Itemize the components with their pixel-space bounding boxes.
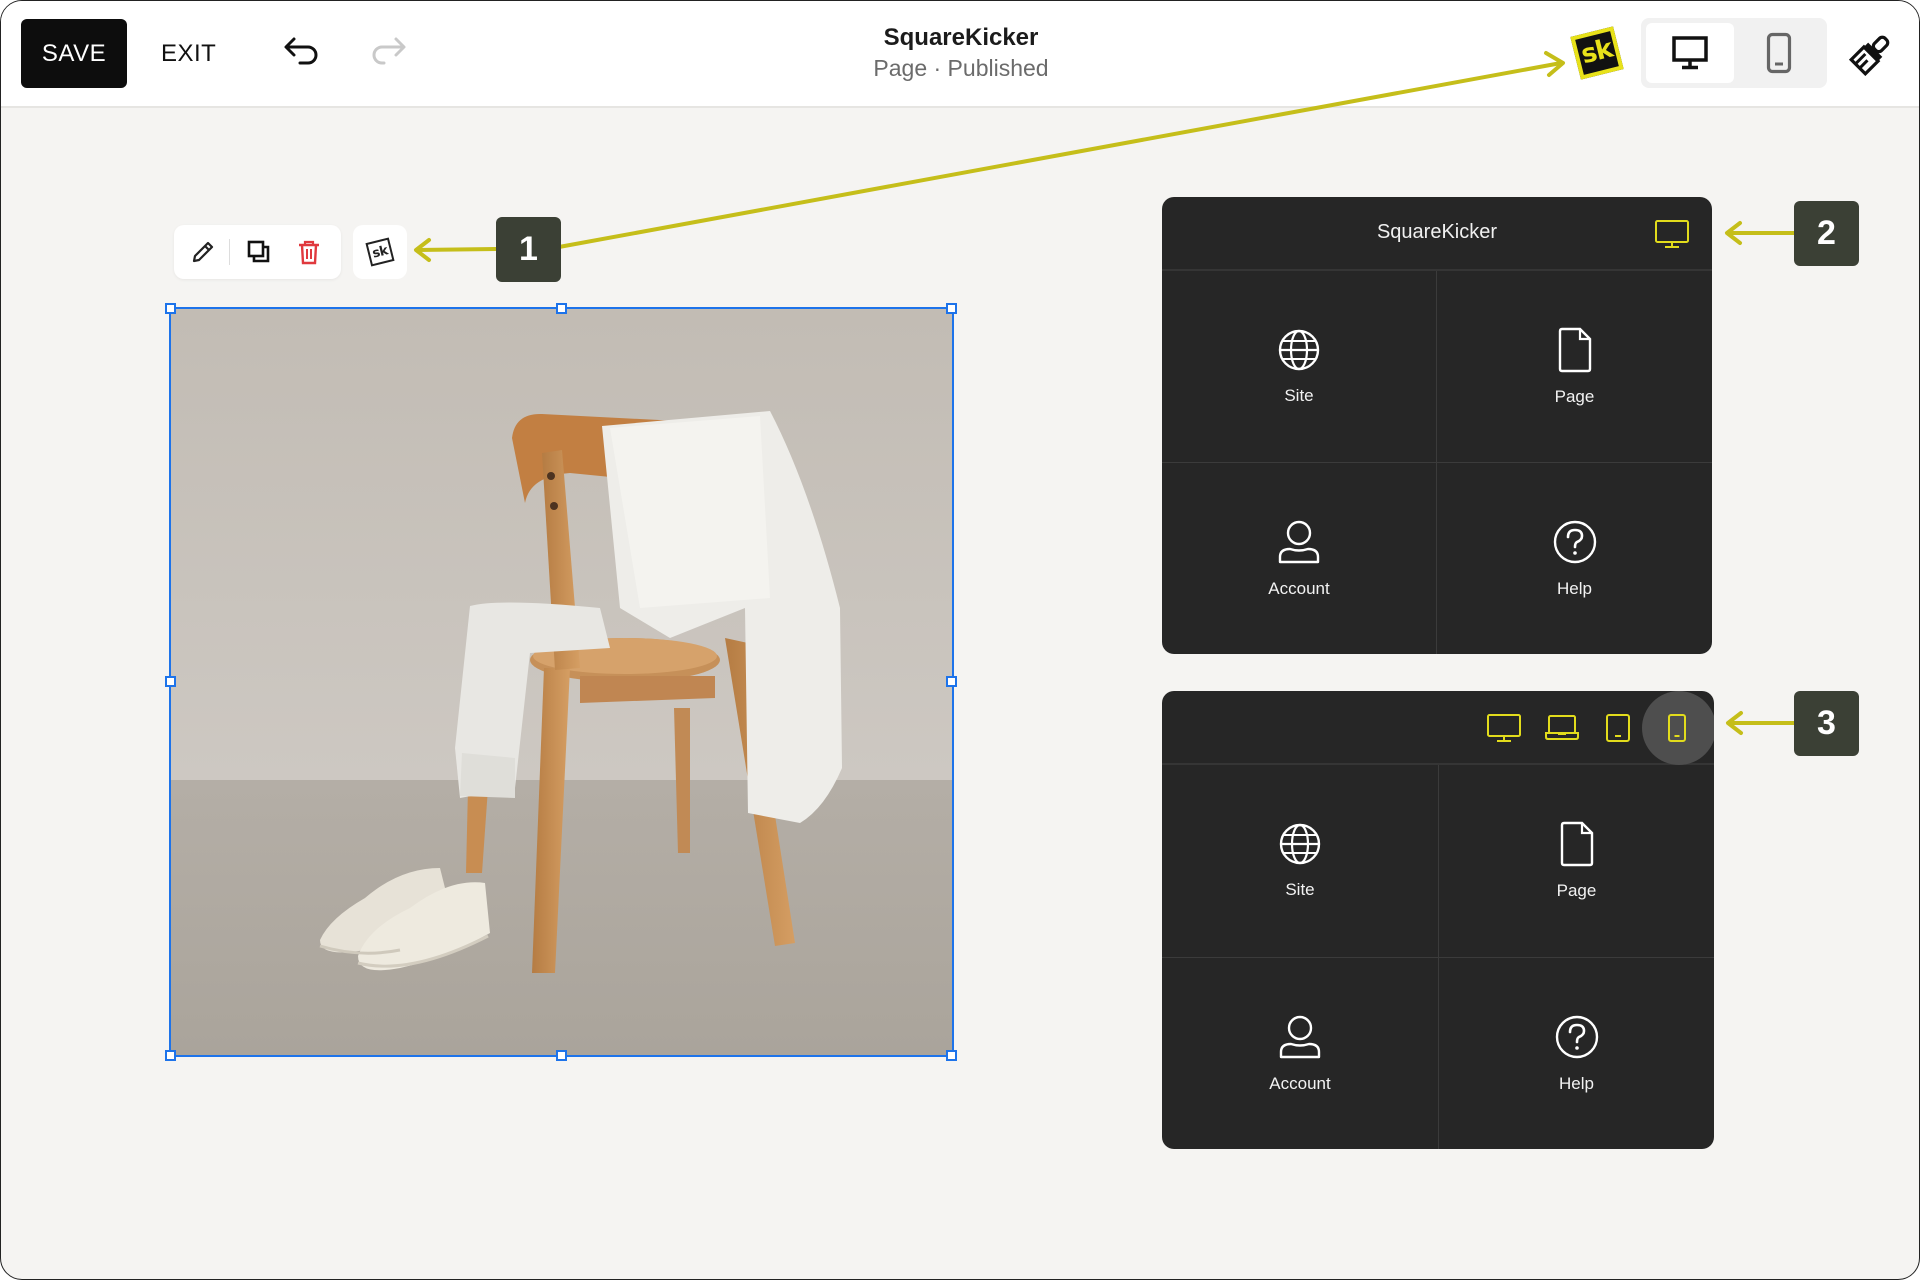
pencil-icon	[192, 241, 214, 263]
undo-button[interactable]	[279, 31, 325, 75]
menu-item-account[interactable]: Account	[1162, 463, 1436, 654]
page-icon	[1560, 821, 1593, 867]
device-mobile-button[interactable]	[1662, 709, 1692, 747]
user-icon	[1278, 520, 1320, 563]
redo-icon	[372, 37, 406, 65]
desktop-icon	[1487, 714, 1521, 742]
sk-block-icon: sk	[365, 237, 395, 267]
globe-icon	[1278, 329, 1320, 370]
globe-icon	[1279, 823, 1321, 865]
menu-item-help[interactable]: Help	[1439, 958, 1714, 1149]
menu-item-site[interactable]: Site	[1162, 271, 1436, 462]
resize-handle-bottom-left[interactable]	[165, 1050, 176, 1061]
device-laptop-button[interactable]	[1542, 711, 1582, 745]
menu-item-help[interactable]: Help	[1437, 463, 1712, 654]
menu-item-label: Site	[1285, 880, 1315, 899]
menu-item-page[interactable]: Page	[1437, 271, 1712, 462]
duplicate-icon	[247, 240, 270, 263]
menu-item-label: Page	[1556, 881, 1597, 900]
image-block[interactable]	[170, 308, 952, 1056]
undo-icon	[284, 37, 318, 65]
annotation-badge-3: 3	[1794, 691, 1859, 756]
menu-item-label: Page	[1554, 386, 1595, 406]
exit-button[interactable]: EXIT	[161, 19, 216, 88]
help-icon	[1553, 520, 1596, 563]
device-tablet-button[interactable]	[1602, 711, 1634, 745]
mobile-icon	[1766, 32, 1792, 74]
page-status: Page · Published	[873, 55, 1049, 81]
menu-item-label: Help	[1557, 578, 1592, 598]
page-title-block: SquareKicker Page · Published	[761, 23, 1161, 83]
arrow-badge1-to-sk-button-head	[414, 238, 431, 262]
menu-item-account[interactable]: Account	[1162, 958, 1438, 1149]
menu-item-site[interactable]: Site	[1162, 765, 1438, 957]
squarekicker-device-panel: Site Page Account Help	[1162, 691, 1714, 1149]
resize-handle-top-left[interactable]	[165, 303, 176, 314]
trash-icon	[299, 240, 319, 265]
site-styles-button[interactable]	[1846, 31, 1896, 77]
desktop-icon	[1672, 36, 1708, 70]
arrow-badge1-to-sk-button	[415, 247, 498, 252]
resize-handle-right[interactable]	[946, 676, 957, 687]
menu-item-label: Account	[1268, 578, 1330, 598]
mobile-icon	[1668, 714, 1686, 742]
menu-item-label: Account	[1269, 1073, 1331, 1093]
arrow-badge3-head	[1726, 711, 1743, 735]
toolbar-divider	[229, 239, 230, 265]
device-indicator-button[interactable]	[1652, 217, 1692, 251]
edit-block-button[interactable]	[184, 233, 222, 271]
menu-item-label: Site	[1284, 385, 1314, 405]
arrow-badge2-head	[1725, 221, 1742, 245]
resize-handle-bottom[interactable]	[556, 1050, 567, 1061]
resize-handle-top-right[interactable]	[946, 303, 957, 314]
desktop-view-button[interactable]	[1646, 23, 1734, 83]
sk-logo-text: sk	[1578, 33, 1616, 70]
menu-item-page[interactable]: Page	[1439, 765, 1714, 957]
top-bar: SAVE EXIT SquareKicker Page · Published …	[1, 1, 1919, 108]
duplicate-block-button[interactable]	[240, 233, 278, 271]
panel-title: SquareKicker	[1376, 221, 1498, 243]
squarekicker-logo-button[interactable]: sk	[1570, 26, 1624, 80]
block-toolbar	[174, 225, 341, 279]
help-icon	[1555, 1015, 1598, 1058]
annotation-badge-2: 2	[1794, 201, 1859, 266]
site-title: SquareKicker	[883, 24, 1039, 51]
editor-window: SAVE EXIT SquareKicker Page · Published …	[0, 0, 1920, 1280]
delete-block-button[interactable]	[290, 233, 328, 271]
resize-handle-top[interactable]	[556, 303, 567, 314]
panel-header	[1162, 691, 1714, 765]
squarekicker-menu-panel: SquareKicker Site Page Account Help	[1162, 197, 1712, 654]
resize-handle-left[interactable]	[165, 676, 176, 687]
laptop-icon	[1545, 715, 1579, 740]
tablet-icon	[1606, 714, 1630, 742]
user-icon	[1279, 1015, 1321, 1058]
desktop-icon	[1655, 220, 1689, 248]
mobile-view-button[interactable]	[1735, 23, 1823, 83]
resize-handle-bottom-right[interactable]	[946, 1050, 957, 1061]
page-icon	[1558, 327, 1591, 372]
photo-chair-scene	[170, 308, 952, 1056]
device-toggle	[1641, 18, 1827, 88]
panel-header: SquareKicker	[1162, 197, 1712, 271]
redo-button[interactable]	[365, 31, 411, 75]
squarekicker-block-button[interactable]: sk	[353, 225, 407, 279]
save-button[interactable]: SAVE	[21, 19, 127, 88]
paintbrush-icon	[1849, 35, 1890, 76]
device-desktop-button[interactable]	[1484, 711, 1524, 745]
annotation-badge-1: 1	[496, 217, 561, 282]
menu-item-label: Help	[1559, 1073, 1594, 1093]
